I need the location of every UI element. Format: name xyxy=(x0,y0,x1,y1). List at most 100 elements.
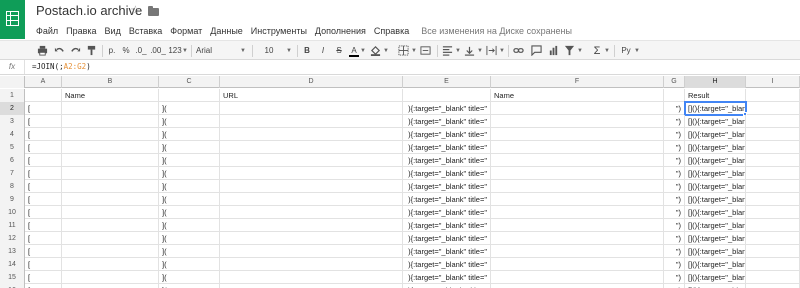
cell-c[interactable]: ]( xyxy=(159,128,220,141)
cell-f[interactable]: Name xyxy=(491,89,664,102)
cell-g[interactable]: ") xyxy=(664,258,685,271)
active-cell[interactable]: [](){:target="_blank" title=""} xyxy=(684,101,747,116)
row-header[interactable]: 7 xyxy=(0,167,25,180)
cell-e[interactable]: ){:target="_blank" title=" xyxy=(403,284,491,288)
cell-e[interactable]: ){:target="_blank" title=" xyxy=(403,245,491,258)
cell-b[interactable]: Name xyxy=(62,89,159,102)
chevron-down-icon[interactable]: ▼ xyxy=(240,44,246,58)
cell-c[interactable]: ]( xyxy=(159,206,220,219)
chevron-down-icon[interactable]: ▼ xyxy=(411,44,417,58)
cell-h[interactable]: [](){:target="_blank" title=""} xyxy=(685,206,746,219)
horizontal-align-icon[interactable] xyxy=(442,45,453,56)
cell-b[interactable] xyxy=(62,180,159,193)
cell-b[interactable] xyxy=(62,128,159,141)
cell-i[interactable] xyxy=(746,102,800,115)
cell-a[interactable] xyxy=(25,89,62,102)
cell-a[interactable]: [ xyxy=(25,258,62,271)
font-family-select[interactable]: Arial xyxy=(196,44,236,58)
insert-chart-icon[interactable] xyxy=(548,45,559,56)
column-header-c[interactable]: C xyxy=(159,76,220,88)
cell-f[interactable] xyxy=(491,219,664,232)
cell-i[interactable] xyxy=(746,89,800,102)
cell-c[interactable]: ]( xyxy=(159,180,220,193)
cell-c[interactable]: ]( xyxy=(159,284,220,288)
cell-b[interactable] xyxy=(62,141,159,154)
cell-f[interactable] xyxy=(491,271,664,284)
text-color-button[interactable]: A xyxy=(349,44,359,57)
cell-a[interactable]: [ xyxy=(25,167,62,180)
cell-g[interactable]: ") xyxy=(664,141,685,154)
cell-e[interactable]: ){:target="_blank" title=" xyxy=(403,206,491,219)
row-header[interactable]: 13 xyxy=(0,245,25,258)
cell-b[interactable] xyxy=(62,284,159,288)
chevron-down-icon[interactable]: ▼ xyxy=(455,44,461,58)
document-title[interactable]: Postach.io archive xyxy=(36,3,142,18)
cell-h[interactable]: [](){:target="_blank" title=""} xyxy=(685,271,746,284)
row-header[interactable]: 1 xyxy=(0,89,25,102)
formula-input[interactable]: =JOIN(;A2:G2) xyxy=(32,62,91,71)
cell-c[interactable]: ]( xyxy=(159,141,220,154)
cell-f[interactable] xyxy=(491,232,664,245)
row-header[interactable]: 5 xyxy=(0,141,25,154)
cell-c[interactable]: ]( xyxy=(159,167,220,180)
cell-h[interactable]: [](){:target="_blank" title=""} xyxy=(685,128,746,141)
filter-icon[interactable] xyxy=(564,45,575,56)
row-header[interactable]: 2 xyxy=(0,102,25,115)
cell-h[interactable]: [](){:target="_blank" title=""} xyxy=(685,219,746,232)
cell-i[interactable] xyxy=(746,284,800,288)
cell-a[interactable]: [ xyxy=(25,219,62,232)
cell-g[interactable]: ") xyxy=(664,167,685,180)
cell-i[interactable] xyxy=(746,258,800,271)
currency-format-button[interactable]: р. xyxy=(106,44,118,58)
cell-a[interactable]: [ xyxy=(25,128,62,141)
cell-f[interactable] xyxy=(491,102,664,115)
cell-a[interactable]: [ xyxy=(25,115,62,128)
cell-f[interactable] xyxy=(491,180,664,193)
cell-e[interactable]: ){:target="_blank" title=" xyxy=(403,141,491,154)
cell-a[interactable]: [ xyxy=(25,206,62,219)
column-header-d[interactable]: D xyxy=(220,76,403,88)
chevron-down-icon[interactable]: ▼ xyxy=(634,44,640,58)
cell-i[interactable] xyxy=(746,245,800,258)
cell-g[interactable] xyxy=(664,89,685,102)
insert-link-icon[interactable] xyxy=(513,45,524,56)
cell-h[interactable]: Result xyxy=(685,89,746,102)
cell-h[interactable]: [](){:target="_blank" title=""} xyxy=(685,115,746,128)
bold-button[interactable]: B xyxy=(302,44,312,58)
cell-b[interactable] xyxy=(62,102,159,115)
cell-b[interactable] xyxy=(62,271,159,284)
undo-icon[interactable] xyxy=(54,45,65,56)
cell-h[interactable]: [](){:target="_blank" title=""} xyxy=(685,154,746,167)
row-header[interactable]: 12 xyxy=(0,232,25,245)
cell-c[interactable]: ]( xyxy=(159,115,220,128)
cell-g[interactable]: ") xyxy=(664,102,685,115)
cell-d[interactable] xyxy=(220,180,403,193)
cell-a[interactable]: [ xyxy=(25,245,62,258)
menu-edit[interactable]: Правка xyxy=(66,26,96,36)
cell-b[interactable] xyxy=(62,193,159,206)
borders-icon[interactable] xyxy=(398,45,409,56)
cell-d[interactable]: URL xyxy=(220,89,403,102)
cell-a[interactable]: [ xyxy=(25,232,62,245)
cell-b[interactable] xyxy=(62,245,159,258)
cell-e[interactable]: ){:target="_blank" title=" xyxy=(403,180,491,193)
input-tools-button[interactable]: Ру xyxy=(619,44,633,58)
column-header-b[interactable]: B xyxy=(62,76,159,88)
menu-help[interactable]: Справка xyxy=(374,26,409,36)
select-all-corner[interactable] xyxy=(0,76,25,88)
chevron-down-icon[interactable]: ▼ xyxy=(182,44,188,58)
column-header-g[interactable]: G xyxy=(664,76,685,88)
star-icon[interactable]: ☆ xyxy=(130,3,141,17)
cell-d[interactable] xyxy=(220,219,403,232)
menu-insert[interactable]: Вставка xyxy=(129,26,162,36)
menu-tools[interactable]: Инструменты xyxy=(251,26,307,36)
cell-b[interactable] xyxy=(62,167,159,180)
row-header[interactable]: 15 xyxy=(0,271,25,284)
cell-e[interactable]: ){:target="_blank" title=" xyxy=(403,128,491,141)
increase-decimal-button[interactable]: .00_ xyxy=(150,44,166,58)
cell-f[interactable] xyxy=(491,284,664,288)
cell-a[interactable]: [ xyxy=(25,284,62,288)
chevron-down-icon[interactable]: ▼ xyxy=(286,44,292,58)
chevron-down-icon[interactable]: ▼ xyxy=(499,44,505,58)
redo-icon[interactable] xyxy=(70,45,81,56)
